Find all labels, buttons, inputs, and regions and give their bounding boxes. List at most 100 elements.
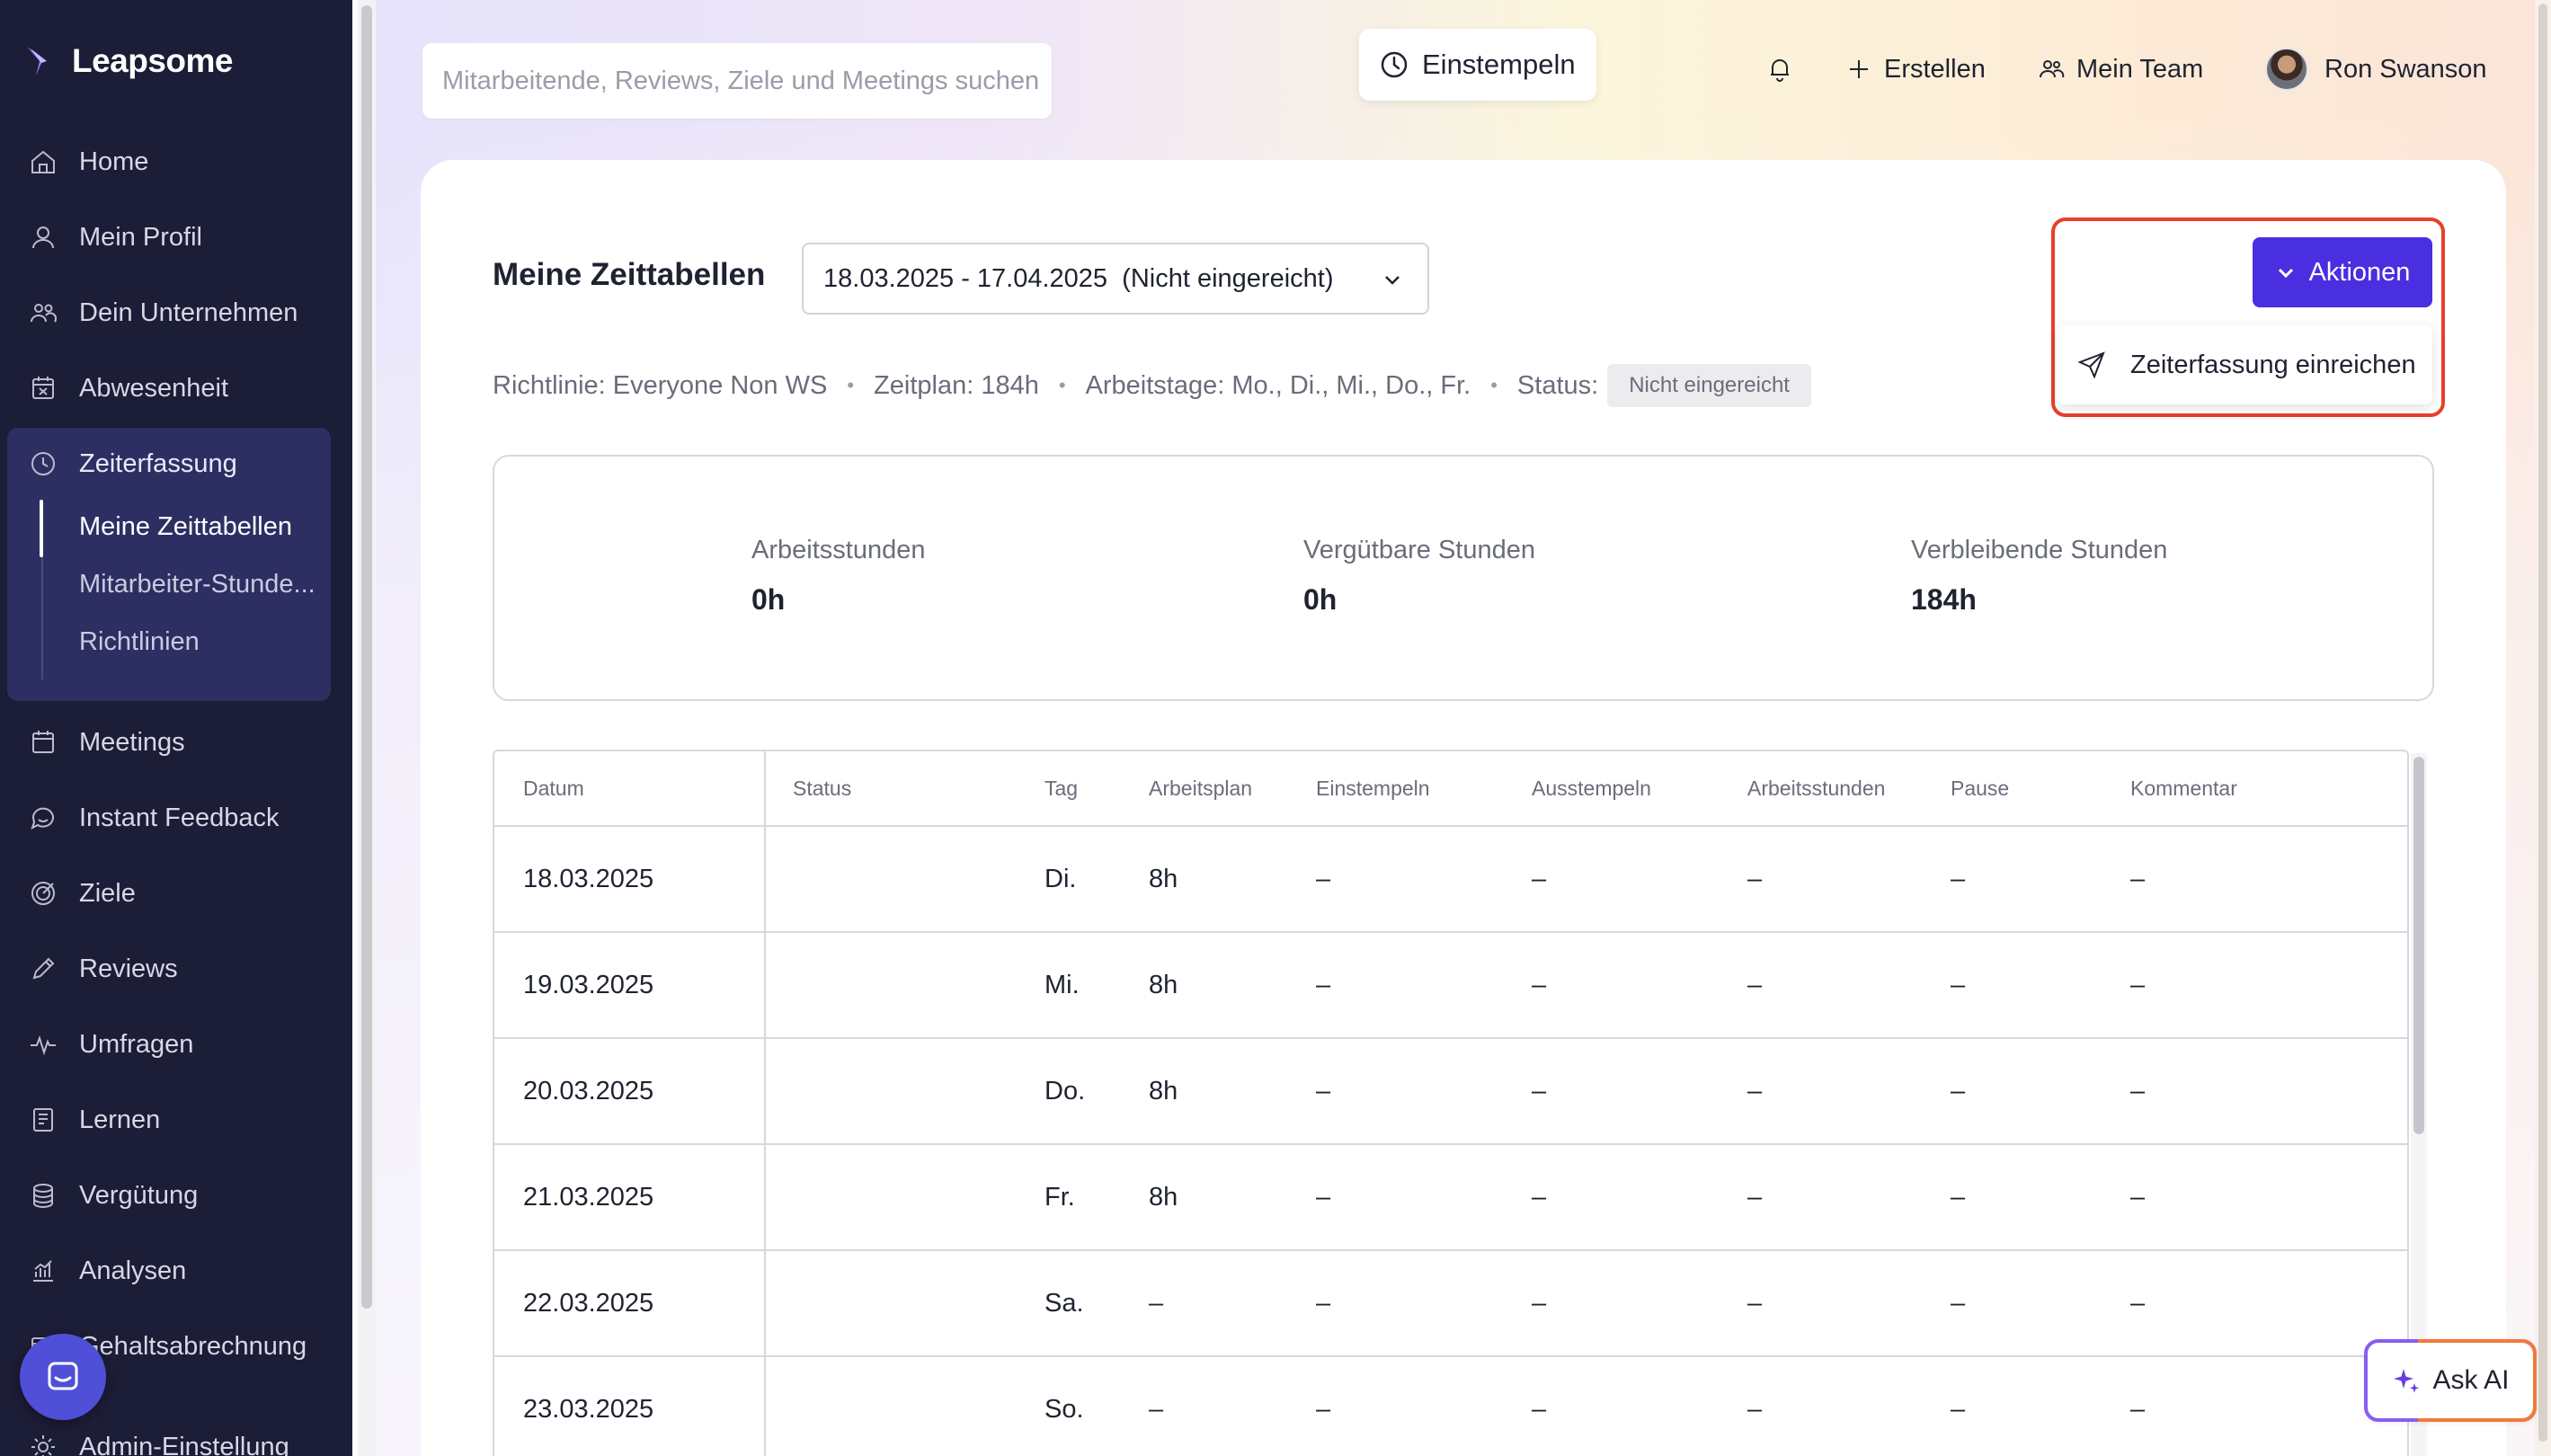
sidebar-item-home[interactable]: Home (27, 135, 148, 189)
sidebar-item-label: Ziele (79, 878, 136, 908)
bell-icon (1771, 59, 1789, 82)
avatar (2265, 48, 2308, 91)
status-badge: Nicht eingereicht (1607, 364, 1811, 407)
column-header[interactable]: Kommentar (2130, 751, 2237, 825)
team-icon (27, 297, 59, 329)
table-cell: 18.03.2025 (523, 864, 654, 893)
page-scrollbar[interactable] (2535, 0, 2551, 1456)
sidebar-item-lernen[interactable]: Lernen (27, 1093, 160, 1147)
sidebar-item-label: Gehaltsabrechnung (79, 1331, 307, 1361)
table-row[interactable]: 19.03.2025 Mi. 8h – – – – – (494, 933, 2407, 1039)
column-header[interactable]: Pause (1951, 751, 2009, 825)
table-cell: Sa. (1044, 1288, 1084, 1318)
sidebar-item-label: Meetings (79, 727, 185, 757)
sidebar-subitem-mitarbeiter-stunden[interactable]: Mitarbeiter-Stunde... (79, 570, 316, 599)
table-cell: – (1316, 1394, 1331, 1424)
table-cell: – (1532, 864, 1547, 893)
target-icon (27, 877, 59, 910)
create-button[interactable]: Erstellen (1844, 47, 1986, 92)
sidebar-item-reviews[interactable]: Reviews (27, 942, 178, 996)
support-chat-button[interactable] (20, 1334, 106, 1420)
table-cell: – (1316, 970, 1331, 999)
sidebar-item-ziele[interactable]: Ziele (27, 866, 136, 920)
sidebar-item-abwesenheit[interactable]: Abwesenheit (27, 361, 228, 415)
sidebar-item-label: Instant Feedback (79, 803, 280, 832)
home-icon (27, 146, 59, 178)
ask-ai-button[interactable]: Ask AI (2364, 1339, 2537, 1422)
table-cell: – (1747, 1076, 1763, 1105)
table-cell: – (1532, 1182, 1547, 1212)
sidebar: Leapsome Home Mein Profil Dein Unternehmen… (0, 0, 352, 1456)
table-cell: So. (1044, 1394, 1084, 1424)
sidebar-item-meetings[interactable]: Meetings (27, 715, 185, 769)
sidebar-subitem-richtlinien[interactable]: Richtlinien (79, 627, 200, 657)
meta-status-label: Status: (1516, 370, 1599, 400)
actions-menu-item-submit[interactable]: Zeiterfassung einreichen (2057, 325, 2432, 404)
gear-icon (27, 1431, 59, 1456)
table-row[interactable]: 23.03.2025 So. – – – – – – (494, 1357, 2407, 1456)
sidebar-item-dein-unternehmen[interactable]: Dein Unternehmen (27, 286, 298, 340)
ask-ai-label: Ask AI (2432, 1365, 2510, 1395)
table-cell: – (1951, 1076, 1966, 1105)
coins-icon (27, 1179, 59, 1212)
sidebar-item-zeiterfassung[interactable]: Zeiterfassung (27, 437, 237, 491)
table-row[interactable]: 20.03.2025 Do. 8h – – – – – (494, 1039, 2407, 1145)
table-cell: Do. (1044, 1076, 1086, 1105)
table-row[interactable]: 21.03.2025 Fr. 8h – – – – – (494, 1145, 2407, 1251)
table-cell: – (1532, 1076, 1547, 1105)
column-header[interactable]: Arbeitsplan (1149, 751, 1252, 825)
sidebar-scrollbar[interactable] (358, 0, 376, 1456)
sidebar-item-umfragen[interactable]: Umfragen (27, 1017, 193, 1071)
table-cell: – (1532, 970, 1547, 999)
table-cell: 23.03.2025 (523, 1394, 654, 1424)
table-cell: – (2130, 1182, 2146, 1212)
stats-panel: Arbeitsstunden 0h Vergütbare Stunden 0h … (493, 455, 2434, 701)
table-cell: – (1149, 1394, 1164, 1424)
my-team-button[interactable]: Mein Team (2037, 47, 2203, 92)
sidebar-item-analysen[interactable]: Analysen (27, 1244, 186, 1298)
sidebar-item-label: Analysen (79, 1256, 187, 1285)
column-header[interactable]: Einstempeln (1316, 751, 1430, 825)
global-search-input[interactable]: Mitarbeitende, Reviews, Ziele und Meetin… (422, 43, 1052, 119)
table-cell: 20.03.2025 (523, 1076, 654, 1105)
brand-logo[interactable]: Leapsome (23, 41, 234, 81)
stat-value: 0h (1303, 583, 1338, 616)
table-cell: – (2130, 1288, 2146, 1318)
chat-icon (27, 802, 59, 834)
table-cell: 8h (1149, 970, 1178, 999)
table-row[interactable]: 18.03.2025 Di. 8h – – – – – (494, 827, 2407, 933)
table-cell: – (2130, 1076, 2146, 1105)
clock-in-button[interactable]: Einstempeln (1359, 29, 1596, 101)
table-cell: – (1316, 1076, 1331, 1105)
column-header[interactable]: Arbeitsstunden (1747, 751, 1885, 825)
sidebar-item-label: Mein Profil (79, 222, 202, 252)
user-menu-button[interactable]: Ron Swanson (2265, 47, 2487, 92)
table-cell: – (2130, 970, 2146, 999)
sidebar-item-label: Lernen (79, 1105, 161, 1134)
table-cell: 8h (1149, 864, 1178, 893)
actions-button[interactable]: Aktionen (2253, 237, 2432, 307)
meta-policy: Richtlinie: Everyone Non WS (493, 370, 828, 400)
column-header[interactable]: Tag (1044, 751, 1078, 825)
table-row[interactable]: 22.03.2025 Sa. – – – – – – (494, 1251, 2407, 1357)
chevron-down-icon (1385, 276, 1400, 285)
column-header[interactable]: Status (793, 751, 851, 825)
table-cell: – (1951, 1394, 1966, 1424)
table-cell: – (1149, 1288, 1164, 1318)
table-cell: 21.03.2025 (523, 1182, 654, 1212)
table-header-row: Datum Status Tag Arbeitsplan Einstempeln Auss… (494, 751, 2407, 827)
clock-icon (1381, 51, 1408, 78)
column-header[interactable]: Ausstempeln (1532, 751, 1651, 825)
table-cell: 8h (1149, 1182, 1178, 1212)
sidebar-subitem-meine-zeittabellen[interactable]: Meine Zeittabellen (79, 512, 292, 542)
column-header[interactable]: Datum (523, 751, 584, 825)
sparkle-icon (2394, 1369, 2420, 1393)
sidebar-item-vergütung[interactable]: Vergütung (27, 1168, 198, 1222)
sidebar-item-mein-profil[interactable]: Mein Profil (27, 210, 202, 264)
sidebar-item-instant-feedback[interactable]: Instant Feedback (27, 791, 279, 845)
table-cell: – (1747, 1288, 1763, 1318)
sidebar-item-admin-einstellung[interactable]: Admin-Einstellung (27, 1420, 289, 1456)
period-select[interactable]: 18.03.2025 - 17.04.2025 (Nicht eingereic… (802, 243, 1429, 315)
chat-bubble-icon (48, 1362, 78, 1390)
notifications-button[interactable] (1765, 47, 1794, 92)
